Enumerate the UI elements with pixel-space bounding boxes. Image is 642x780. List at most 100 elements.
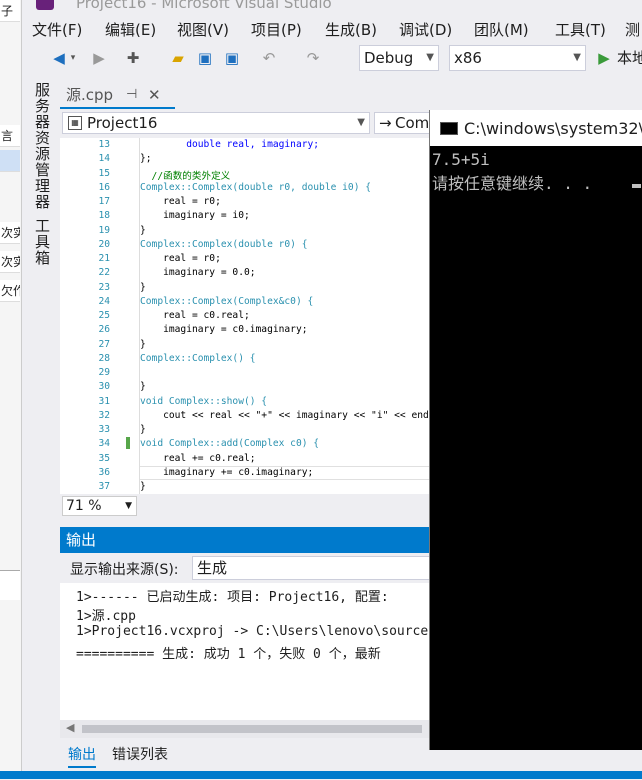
tab-server-explorer[interactable]: 服务器资源管理器 [32, 82, 53, 210]
project-scope-select[interactable]: ▦ Project16 ▼ [62, 112, 370, 134]
tab-output[interactable]: 输出 [68, 744, 96, 768]
code-line[interactable]: } [140, 339, 146, 350]
solution-config-select[interactable]: Debug ▼ [359, 45, 439, 71]
console-window[interactable]: C:\windows\system32\cmd 7.5+5i 请按任意键继续. … [429, 110, 642, 750]
code-line[interactable]: real = r0; [140, 196, 221, 207]
code-line[interactable]: cout << real << "+" << imaginary << "i" … [140, 410, 430, 421]
line-number: 19 [98, 224, 110, 236]
console-line: 7.5+5i [432, 150, 490, 169]
line-number: 35 [98, 452, 110, 464]
back-icon[interactable]: ◀ [50, 48, 68, 68]
new-project-icon[interactable]: ✚ [124, 48, 142, 68]
menu-build[interactable]: 生成(B) [325, 19, 377, 40]
menu-team[interactable]: 团队(M) [474, 19, 529, 40]
solution-platform-select[interactable]: x86 ▼ [449, 45, 586, 71]
menu-file[interactable]: 文件(F) [32, 19, 82, 40]
code-line[interactable]: } [140, 481, 146, 492]
standard-toolbar: ◀ ▾ ▶ ✚ ▰ ▣ ▣ ↶ ↷ Debug ▼ x86 ▼ ▶ 本地 [22, 43, 642, 73]
chevron-down-icon: ▼ [426, 52, 434, 63]
line-number: 23 [98, 281, 110, 293]
code-line[interactable]: } [140, 381, 146, 392]
document-tab-bar: 源.cpp ⊣ ✕ [60, 83, 430, 109]
zoom-select[interactable]: 71 % ▼ [62, 496, 137, 516]
menu-edit[interactable]: 编辑(E) [105, 19, 156, 40]
menu-tools[interactable]: 工具(T) [555, 19, 606, 40]
line-number: 22 [98, 267, 110, 279]
current-line-highlight [139, 465, 430, 480]
chevron-down-icon: ▼ [125, 501, 132, 511]
undo-icon[interactable]: ↶ [260, 48, 278, 68]
strip-item[interactable] [0, 150, 20, 172]
code-line[interactable]: Complex::Complex(Complex&c0) { [140, 296, 313, 307]
editor-zoom-bar: 71 % ▼ [60, 494, 430, 518]
output-line: 1>Project16.vcxproj -> C:\Users\lenovo\s… [76, 624, 429, 639]
code-line[interactable]: imaginary = c0.imaginary; [140, 324, 307, 335]
code-line[interactable]: } [140, 282, 146, 293]
menu-test[interactable]: 测 [625, 19, 640, 40]
background-window-strip: 子 言 次实 次实 欠作 [0, 0, 22, 779]
tab-toolbox[interactable]: 工具箱 [32, 218, 53, 266]
code-line[interactable]: void Complex::show() { [140, 396, 267, 407]
redo-icon[interactable]: ↷ [304, 48, 322, 68]
output-line: ========== 生成: 成功 1 个，失败 0 个，最新 [76, 647, 389, 662]
code-line[interactable]: } [140, 225, 146, 236]
pin-icon[interactable]: ⊣ [126, 83, 137, 107]
line-number: 27 [98, 338, 110, 350]
open-file-icon[interactable]: ▰ [169, 48, 187, 68]
console-title-bar[interactable]: C:\windows\system32\cmd [430, 110, 642, 146]
code-editor[interactable]: 13 double real, imaginary; 14}; 15 //函数的类外… [60, 138, 430, 494]
line-number: 18 [98, 210, 110, 222]
arrow-right-icon: → [379, 114, 392, 132]
member-scope-select[interactable]: → Com [374, 112, 430, 134]
code-line[interactable]: real = c0.real; [140, 310, 250, 321]
tab-error-list[interactable]: 错误列表 [112, 744, 168, 764]
changed-line-marker [126, 437, 130, 449]
output-source-select[interactable]: 生成 [192, 556, 430, 580]
code-line[interactable]: void Complex::add(Complex c0) { [140, 438, 319, 449]
code-line[interactable]: double real, imaginary; [140, 139, 319, 150]
output-panel-title: 输出 [60, 527, 430, 553]
strip-item[interactable]: 次实 [0, 222, 20, 244]
code-line[interactable]: Complex::Complex() { [140, 353, 256, 364]
menu-project[interactable]: 项目(P) [251, 19, 302, 40]
outline-gutter [139, 138, 140, 494]
strip-item[interactable]: 言 [0, 125, 20, 147]
output-horizontal-scrollbar[interactable]: ◀ [60, 720, 430, 738]
code-line[interactable]: imaginary = 0.0; [140, 267, 255, 278]
code-line[interactable]: } [140, 424, 146, 435]
scroll-thumb[interactable] [82, 725, 422, 733]
tab-source-cpp[interactable]: 源.cpp ⊣ ✕ [60, 83, 175, 109]
line-number: 17 [98, 196, 110, 207]
code-line[interactable]: //函数的类外定义 [140, 168, 231, 182]
strip-item[interactable]: 次实 [0, 251, 20, 273]
close-icon[interactable]: ✕ [148, 83, 161, 107]
line-number: 37 [98, 481, 110, 492]
forward-icon[interactable]: ▶ [90, 48, 108, 68]
code-line[interactable]: Complex::Complex(double r0, double i0) { [140, 182, 371, 193]
code-line[interactable]: real = r0; [140, 253, 221, 264]
code-line[interactable]: real += c0.real; [140, 453, 255, 464]
code-line[interactable]: imaginary = i0; [140, 210, 250, 221]
line-number: 21 [98, 253, 110, 264]
menu-view[interactable]: 视图(V) [177, 19, 229, 40]
line-number: 33 [98, 424, 110, 435]
line-number: 25 [98, 310, 110, 321]
save-all-icon[interactable]: ▣ [222, 48, 242, 68]
strip-item[interactable]: 子 [0, 0, 20, 22]
back-dropdown-icon[interactable]: ▾ [68, 48, 78, 68]
output-source-label: 显示输出来源(S): [70, 562, 179, 578]
title-bar: Project16 - Microsoft Visual Studio [0, 0, 642, 14]
start-local-button[interactable]: 本地 [617, 48, 642, 68]
line-number: 32 [98, 409, 110, 421]
save-icon[interactable]: ▣ [196, 48, 214, 68]
strip-item[interactable]: 欠作 [0, 280, 20, 302]
output-text[interactable]: 1>------ 已启动生成: 项目: Project16, 配置: 1>源.c… [60, 583, 430, 720]
menu-debug[interactable]: 调试(D) [399, 19, 452, 40]
scroll-left-icon[interactable]: ◀ [66, 721, 74, 734]
code-line[interactable]: Complex::Complex(double r0) { [140, 239, 308, 250]
side-tool-tabs: 服务器资源管理器 工具箱 [22, 80, 60, 780]
console-cursor [632, 184, 641, 188]
start-debug-icon[interactable]: ▶ [596, 48, 612, 68]
code-line[interactable]: }; [140, 153, 152, 164]
visual-studio-logo-icon [36, 0, 54, 10]
